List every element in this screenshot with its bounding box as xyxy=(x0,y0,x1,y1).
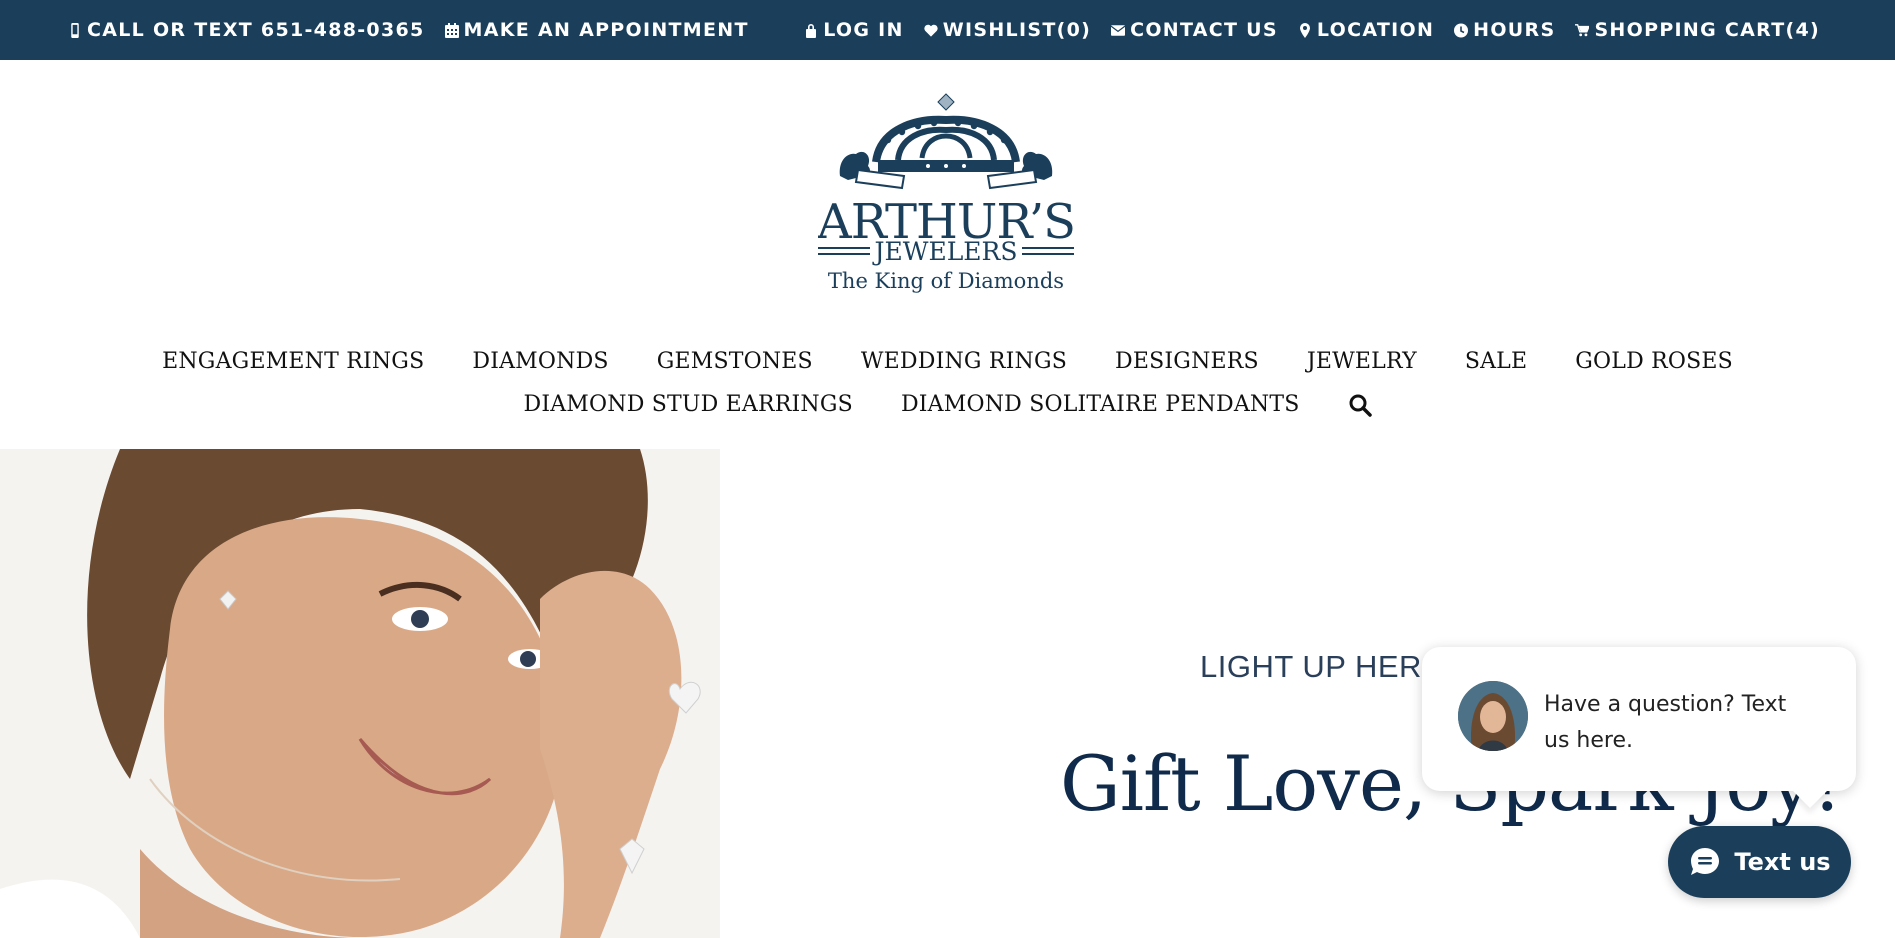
shopping-cart-label: SHOPPING CART(4) xyxy=(1594,19,1820,41)
location-label: LOCATION xyxy=(1316,19,1435,41)
arthurs-jewelers-logo[interactable]: ARTHUR’S JEWELERS The King of Diamonds xyxy=(816,90,1076,298)
nav-item-diamond-stud-earrings[interactable]: DIAMOND STUD EARRINGS xyxy=(523,392,852,417)
call-or-text-label: CALL OR TEXT 651-488-0365 xyxy=(87,19,425,41)
text-us-button[interactable]: Text us xyxy=(1668,826,1851,898)
make-appointment-label: MAKE AN APPOINTMENT xyxy=(463,19,749,41)
nav-row-secondary: DIAMOND STUD EARRINGS DIAMOND SOLITAIRE … xyxy=(0,383,1895,426)
hero-model-photo xyxy=(0,449,720,938)
shopping-cart-icon xyxy=(1575,22,1590,38)
topbar-left-group: CALL OR TEXT 651-488-0365 MAKE AN APPOIN… xyxy=(68,0,749,60)
calendar-icon xyxy=(444,22,459,38)
shopping-cart-link[interactable]: SHOPPING CART(4) xyxy=(1575,19,1820,41)
location-link[interactable]: LOCATION xyxy=(1298,19,1434,41)
contact-us-label: CONTACT US xyxy=(1130,19,1278,41)
hours-label: HOURS xyxy=(1473,19,1556,41)
text-us-label: Text us xyxy=(1734,848,1831,876)
nav-item-diamond-solitaire-pendants[interactable]: DIAMOND SOLITAIRE PENDANTS xyxy=(901,392,1300,417)
nav-item-gold-roses[interactable]: GOLD ROSES xyxy=(1575,349,1733,374)
call-or-text-link[interactable]: CALL OR TEXT 651-488-0365 xyxy=(68,19,425,41)
nav-item-sale[interactable]: SALE xyxy=(1465,349,1527,374)
nav-item-wedding-rings[interactable]: WEDDING RINGS xyxy=(861,349,1067,374)
nav-item-engagement-rings[interactable]: ENGAGEMENT RINGS xyxy=(162,349,424,374)
crown-logo-graphic: ARTHUR’S JEWELERS The King of Diamonds xyxy=(816,93,1076,293)
topbar-right-group: LOG IN WISHLIST(0) CONTACT US LOCATION H… xyxy=(804,0,1820,60)
hours-link[interactable]: HOURS xyxy=(1454,19,1555,41)
svg-text:JEWELERS: JEWELERS xyxy=(871,237,1017,266)
chat-icon xyxy=(1691,848,1720,875)
wishlist-label: WISHLIST(0) xyxy=(942,19,1092,41)
top-utility-bar: CALL OR TEXT 651-488-0365 MAKE AN APPOIN… xyxy=(0,0,1895,60)
map-pin-icon xyxy=(1298,22,1312,38)
svg-text:The King of Diamonds: The King of Diamonds xyxy=(828,269,1064,293)
log-in-link[interactable]: LOG IN xyxy=(804,19,904,41)
nav-row-primary: ENGAGEMENT RINGS DIAMONDS GEMSTONES WEDD… xyxy=(0,340,1895,383)
nav-item-diamonds[interactable]: DIAMONDS xyxy=(472,349,608,374)
log-in-label: LOG IN xyxy=(823,19,904,41)
lock-icon xyxy=(804,22,818,38)
nav-item-gemstones[interactable]: GEMSTONES xyxy=(657,349,813,374)
heart-icon xyxy=(924,22,938,38)
make-appointment-link[interactable]: MAKE AN APPOINTMENT xyxy=(444,19,749,41)
mobile-phone-icon xyxy=(68,22,82,38)
chat-prompt-bubble[interactable]: Have a question? Text us here. xyxy=(1422,647,1856,791)
nav-item-jewelry[interactable]: JEWELRY xyxy=(1307,349,1417,374)
chat-message: Have a question? Text us here. xyxy=(1544,692,1787,753)
clock-icon xyxy=(1454,22,1469,38)
envelope-icon xyxy=(1111,22,1126,38)
nav-item-designers[interactable]: DESIGNERS xyxy=(1115,349,1259,374)
main-navigation: ENGAGEMENT RINGS DIAMONDS GEMSTONES WEDD… xyxy=(0,340,1895,426)
avatar xyxy=(1458,681,1528,751)
contact-us-link[interactable]: CONTACT US xyxy=(1111,19,1278,41)
wishlist-link[interactable]: WISHLIST(0) xyxy=(924,19,1091,41)
search-icon[interactable] xyxy=(1348,393,1372,417)
